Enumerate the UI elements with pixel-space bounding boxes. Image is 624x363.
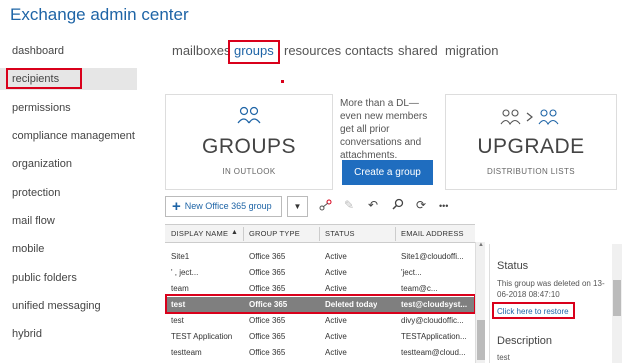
deleted-status-text: This group was deleted on 13-06-2018 08:… [497, 279, 605, 299]
list-scrollbar[interactable]: ▲ [475, 242, 485, 363]
groups-card-title: GROUPS [201, 135, 296, 158]
cell-display-name: testteam [171, 348, 202, 357]
column-email-address[interactable]: EMAIL ADDRESS [401, 229, 464, 238]
upgrade-arrow-icon [446, 107, 616, 132]
cell-group-type: Office 365 [249, 316, 286, 325]
tab-migration[interactable]: migration [445, 43, 498, 58]
list-scroll-thumb[interactable] [477, 320, 485, 360]
plus-icon: + [172, 198, 181, 215]
column-separator [319, 227, 320, 241]
new-group-label: New Office 365 group [184, 201, 272, 211]
sidebar-item-mobile[interactable]: mobile [12, 243, 44, 255]
column-display-name[interactable]: DISPLAY NAME [171, 229, 228, 238]
sidebar-item-public-folders[interactable]: public folders [12, 272, 77, 284]
tab-mailboxes[interactable]: mailboxes [172, 43, 231, 58]
cell-email: Site1@cloudoffi... [401, 252, 464, 261]
cell-display-name: Site1 [171, 252, 190, 261]
cell-display-name: TEST Application [171, 332, 233, 341]
column-status[interactable]: STATUS [325, 229, 355, 238]
tab-contacts[interactable]: contacts [345, 43, 393, 58]
search-icon[interactable] [392, 198, 404, 213]
groups-in-outlook-card[interactable]: GROUPS IN OUTLOOK [165, 94, 333, 190]
chevron-down-icon: ▼ [293, 202, 302, 211]
status-heading: Status [497, 260, 529, 272]
cell-group-type: Office 365 [249, 284, 286, 293]
edit-pencil-icon[interactable]: ✎ [344, 198, 354, 212]
cell-status: Active [325, 268, 347, 277]
groups-card-subtitle: IN OUTLOOK [222, 167, 276, 176]
highlight-groups-tab [228, 40, 280, 64]
table-row[interactable]: TEST Application Office 365 Active TESTA… [165, 329, 475, 345]
promo-description: More than a DL—even new members get all … [340, 98, 428, 161]
sort-ascending-icon[interactable]: ▲ [231, 229, 238, 236]
cell-display-name: team [171, 284, 189, 293]
more-options-icon[interactable]: ••• [439, 201, 448, 211]
description-value: test [497, 353, 510, 362]
new-dropdown-button[interactable]: ▼ [287, 196, 308, 217]
sidebar-item-mail-flow[interactable]: mail flow [12, 215, 55, 227]
tab-resources[interactable]: resources [284, 43, 341, 58]
table-row[interactable]: test Office 365 Active divy@cloudoffic..… [165, 313, 475, 329]
cell-display-name: test [171, 316, 184, 325]
upgrade-card-subtitle: DISTRIBUTION LISTS [486, 167, 576, 176]
highlight-deleted-row [165, 294, 476, 314]
sidebar-item-permissions[interactable]: permissions [12, 102, 71, 114]
column-separator [243, 227, 244, 241]
convert-group-icon[interactable] [319, 198, 333, 215]
cell-status: Active [325, 252, 347, 261]
red-dot-marker [281, 80, 284, 83]
scroll-up-icon[interactable]: ▲ [477, 242, 485, 248]
cell-status: Active [325, 316, 347, 325]
cell-email: testteam@cloud... [401, 348, 466, 357]
app-title: Exchange admin center [10, 5, 189, 24]
cell-display-name: ' , ject... [171, 268, 199, 277]
highlight-recipients [6, 68, 82, 89]
table-row[interactable]: ' , ject... Office 365 Active 'ject... [165, 265, 475, 281]
cell-status: Active [325, 332, 347, 341]
cell-email: divy@cloudoffic... [401, 316, 464, 325]
cell-email: 'ject... [401, 268, 422, 277]
highlight-restore-link [492, 302, 575, 319]
upgrade-distribution-lists-card[interactable]: UPGRADE DISTRIBUTION LISTS [445, 94, 617, 190]
description-heading: Description [497, 335, 553, 347]
table-row[interactable]: testteam Office 365 Active testteam@clou… [165, 345, 475, 361]
refresh-icon[interactable]: ⟳ [416, 198, 426, 212]
details-scrollbar[interactable] [612, 244, 622, 363]
list-header: DISPLAY NAME ▲ GROUP TYPE STATUS EMAIL A… [165, 225, 475, 243]
column-group-type[interactable]: GROUP TYPE [249, 229, 300, 238]
column-separator [395, 227, 396, 241]
cell-status: Active [325, 348, 347, 357]
cell-email: TESTApplication... [401, 332, 467, 341]
cell-group-type: Office 365 [249, 268, 286, 277]
sidebar-item-protection[interactable]: protection [12, 187, 60, 199]
cell-group-type: Office 365 [249, 252, 286, 261]
cell-status: Active [325, 284, 347, 293]
table-row[interactable]: Site1 Office 365 Active Site1@cloudoffi.… [165, 249, 475, 265]
cell-group-type: Office 365 [249, 348, 286, 357]
people-group-icon [166, 105, 332, 130]
tab-shared[interactable]: shared [398, 43, 438, 58]
sidebar-item-dashboard[interactable]: dashboard [12, 45, 64, 57]
create-group-button[interactable]: Create a group [342, 160, 433, 185]
undo-icon[interactable]: ↶ [368, 198, 378, 212]
cell-group-type: Office 365 [249, 332, 286, 341]
sidebar-item-organization[interactable]: organization [12, 158, 72, 170]
sidebar-item-unified-messaging[interactable]: unified messaging [12, 300, 101, 312]
new-office365-group-button[interactable]: + New Office 365 group [165, 196, 282, 217]
sidebar-item-hybrid[interactable]: hybrid [12, 328, 42, 340]
sidebar-item-compliance-management[interactable]: compliance management [12, 130, 135, 142]
cell-email: team@c... [401, 284, 438, 293]
details-scroll-thumb[interactable] [613, 280, 621, 316]
upgrade-card-title: UPGRADE [477, 135, 585, 158]
